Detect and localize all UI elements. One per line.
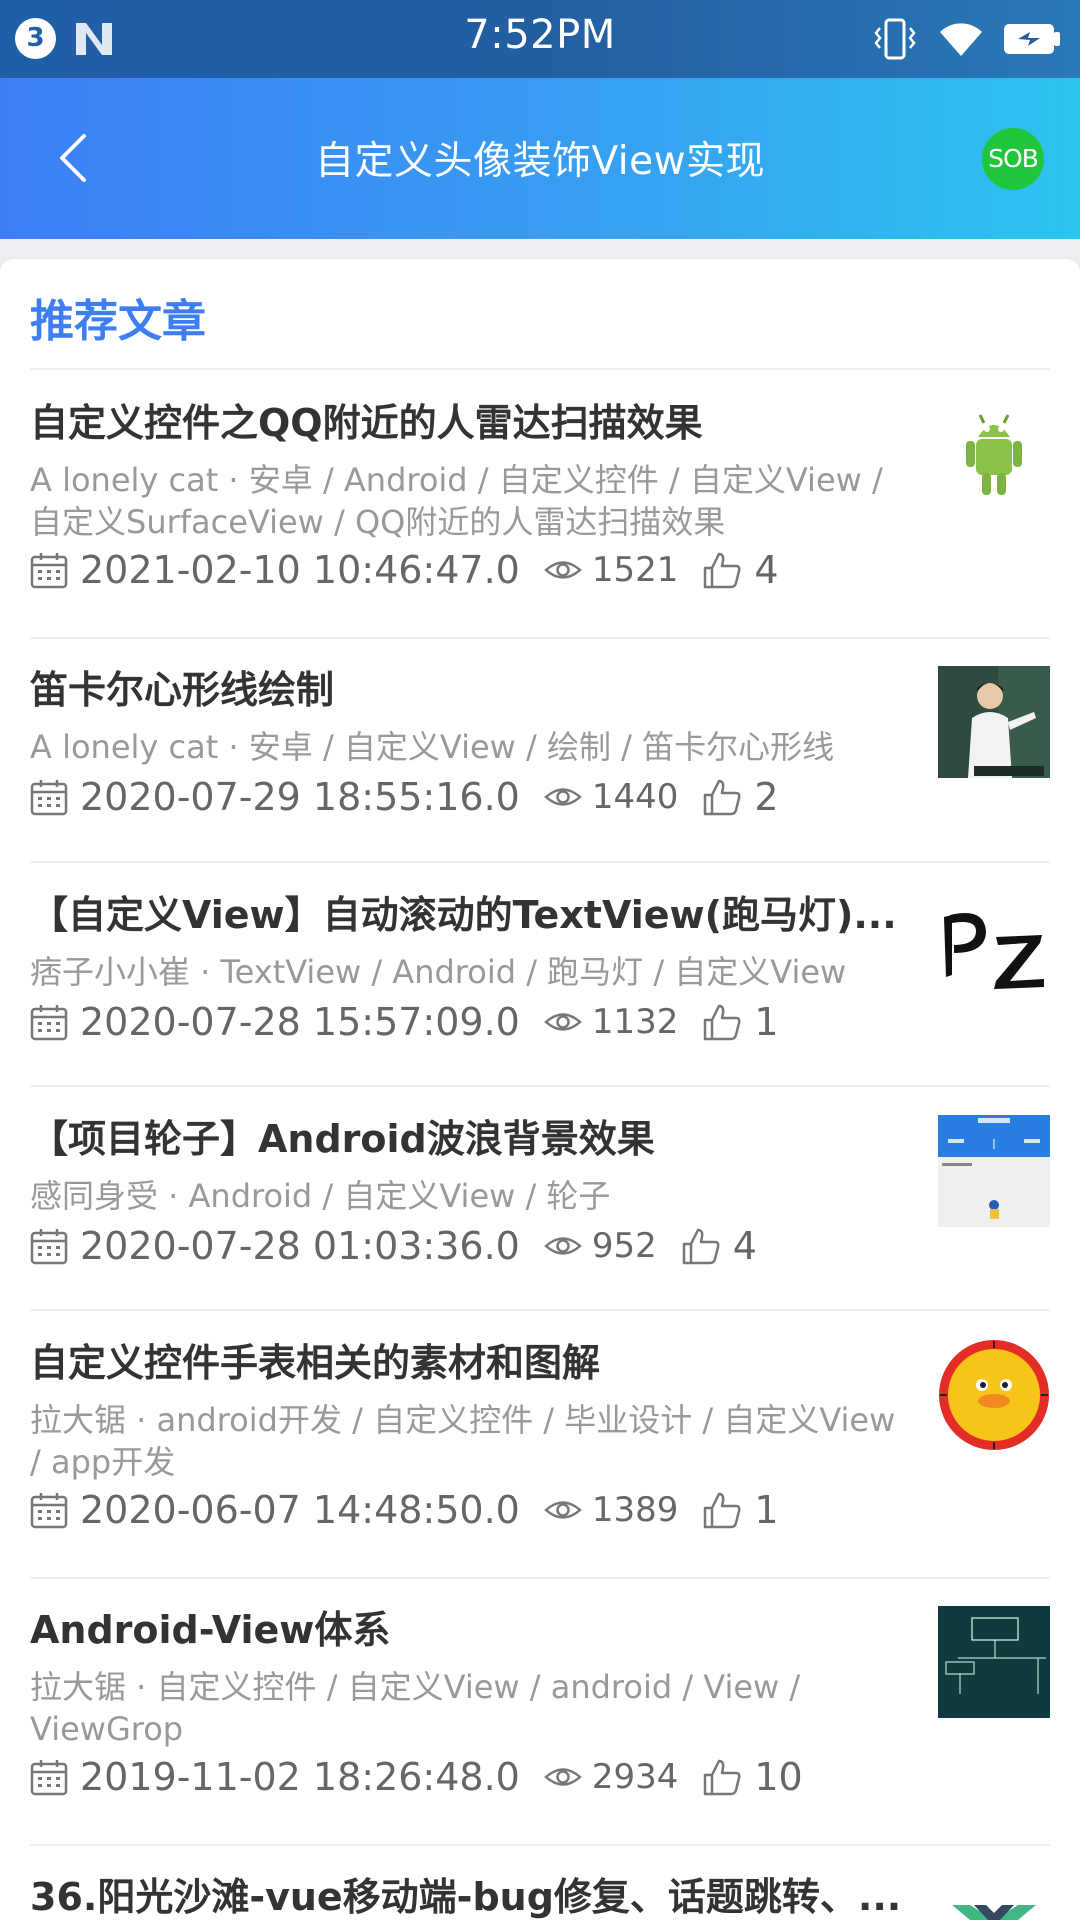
article-title: Android-View体系 <box>30 1608 391 1652</box>
article-likes: 2 <box>754 775 779 819</box>
android-robot-thumbnail <box>938 399 1050 511</box>
calendar-icon <box>30 553 68 589</box>
avatar[interactable]: SOB <box>982 128 1044 190</box>
page-title: 自定义头像装饰View实现 <box>314 139 766 184</box>
vibrate-icon <box>874 18 916 60</box>
article-item[interactable]: 36.阳光沙滩-vue移动端-bug修复、话题跳转、... <box>30 1873 1050 1920</box>
view-diagram-thumbnail <box>938 1606 1050 1718</box>
thumbs-up-icon[interactable] <box>702 550 742 590</box>
article-title: 笛卡尔心形线绘制 <box>30 668 335 712</box>
article-stats: 2020-07-29 18:55:16.0 1440 2 <box>30 772 779 822</box>
calendar-icon <box>30 1760 68 1796</box>
article-date: 2021-02-10 10:46:47.0 <box>80 548 520 592</box>
eye-icon <box>543 561 582 579</box>
article-likes: 1 <box>754 1000 779 1044</box>
article-title: 自定义控件之QQ附近的人雷达扫描效果 <box>30 401 703 445</box>
article-item[interactable]: 自定义控件手表相关的素材和图解 拉大锯 · android开发 / 自定义控件 … <box>30 1339 1050 1539</box>
eye-icon <box>543 1237 582 1255</box>
eye-icon <box>543 788 582 806</box>
pz-logo-thumbnail <box>938 891 1050 1003</box>
article-item[interactable]: 自定义控件之QQ附近的人雷达扫描效果 A lonely cat · 安卓 / A… <box>30 399 1050 599</box>
article-views: 952 <box>591 1226 657 1266</box>
thumbs-up-icon[interactable] <box>702 1757 742 1797</box>
wifi-icon <box>940 23 982 56</box>
divider <box>30 1309 1050 1311</box>
article-meta: A lonely cat · 安卓 / Android / 自定义控件 / 自定… <box>30 461 883 541</box>
article-meta: A lonely cat · 安卓 / 自定义View / 绘制 / 笛卡尔心形… <box>30 728 835 766</box>
article-item[interactable]: 笛卡尔心形线绘制 A lonely cat · 安卓 / 自定义View / 绘… <box>30 666 1050 846</box>
article-date: 2020-06-07 14:48:50.0 <box>80 1488 520 1532</box>
article-stats: 2019-11-02 18:26:48.0 2934 10 <box>30 1752 803 1802</box>
article-stats: 2020-06-07 14:48:50.0 1389 1 <box>30 1485 779 1535</box>
article-item[interactable]: 【自定义View】自动滚动的TextView(跑马灯)... 痞子小小崔 · T… <box>30 891 1050 1071</box>
article-stats: 2020-07-28 15:57:09.0 1132 1 <box>30 997 779 1047</box>
divider <box>30 637 1050 639</box>
app-screenshot-thumbnail <box>938 1115 1050 1227</box>
calendar-icon <box>30 1229 68 1265</box>
article-item[interactable]: Android-View体系 拉大锯 · 自定义控件 / 自定义View / a… <box>30 1606 1050 1806</box>
divider <box>30 861 1050 863</box>
vue-logo-thumbnail <box>938 1885 1050 1920</box>
eye-icon <box>543 1768 582 1786</box>
thumbs-up-icon[interactable] <box>681 1226 721 1266</box>
thumbs-up-icon[interactable] <box>702 777 742 817</box>
divider <box>30 1577 1050 1579</box>
duck-clock-thumbnail <box>938 1339 1050 1451</box>
article-likes: 10 <box>754 1755 803 1799</box>
section-title: 推荐文章 <box>30 296 206 347</box>
article-title: 36.阳光沙滩-vue移动端-bug修复、话题跳转、... <box>30 1875 902 1919</box>
article-stats: 2021-02-10 10:46:47.0 1521 4 <box>30 545 779 595</box>
article-title: 【项目轮子】Android波浪背景效果 <box>30 1117 655 1161</box>
article-likes: 4 <box>732 1224 757 1268</box>
article-date: 2019-11-02 18:26:48.0 <box>80 1755 520 1799</box>
calendar-icon <box>30 1493 68 1529</box>
eye-icon <box>543 1501 582 1519</box>
article-likes: 4 <box>754 548 779 592</box>
article-views: 1389 <box>591 1490 679 1530</box>
calendar-icon <box>30 1005 68 1041</box>
thumbs-up-icon[interactable] <box>702 1002 742 1042</box>
article-views: 2934 <box>591 1757 679 1797</box>
article-stats: 2020-07-28 01:03:36.0 952 4 <box>30 1221 757 1271</box>
calendar-icon <box>30 780 68 816</box>
eye-icon <box>543 1013 582 1031</box>
article-item[interactable]: 【项目轮子】Android波浪背景效果 感同身受 · Android / 自定义… <box>30 1115 1050 1295</box>
article-meta: 拉大锯 · 自定义控件 / 自定义View / android / View /… <box>30 1668 801 1748</box>
article-meta: 痞子小小崔 · TextView / Android / 跑马灯 / 自定义Vi… <box>30 953 847 991</box>
article-date: 2020-07-28 01:03:36.0 <box>80 1224 520 1268</box>
article-title: 【自定义View】自动滚动的TextView(跑马灯)... <box>30 893 897 937</box>
status-bar: 3 7:52PM <box>0 0 1080 78</box>
article-likes: 1 <box>754 1488 779 1532</box>
article-meta: 感同身受 · Android / 自定义View / 轮子 <box>30 1177 611 1215</box>
person-photo-thumbnail <box>938 666 1050 778</box>
divider <box>30 1085 1050 1087</box>
divider <box>30 1844 1050 1846</box>
thumbs-up-icon[interactable] <box>702 1490 742 1530</box>
divider <box>30 368 1050 370</box>
article-views: 1132 <box>591 1002 679 1042</box>
recommended-articles-card: 推荐文章 自定义控件之QQ附近的人雷达扫描效果 A lonely cat · 安… <box>0 259 1080 1920</box>
battery-charging-icon <box>1004 24 1060 54</box>
article-date: 2020-07-28 15:57:09.0 <box>80 1000 520 1044</box>
status-time: 7:52PM <box>464 12 616 58</box>
article-meta: 拉大锯 · android开发 / 自定义控件 / 毕业设计 / 自定义View… <box>30 1401 896 1481</box>
app-bar: 自定义头像装饰View实现 SOB <box>0 78 1080 239</box>
article-views: 1440 <box>591 777 679 817</box>
article-date: 2020-07-29 18:55:16.0 <box>80 775 520 819</box>
article-title: 自定义控件手表相关的素材和图解 <box>30 1341 601 1385</box>
article-views: 1521 <box>591 550 679 590</box>
